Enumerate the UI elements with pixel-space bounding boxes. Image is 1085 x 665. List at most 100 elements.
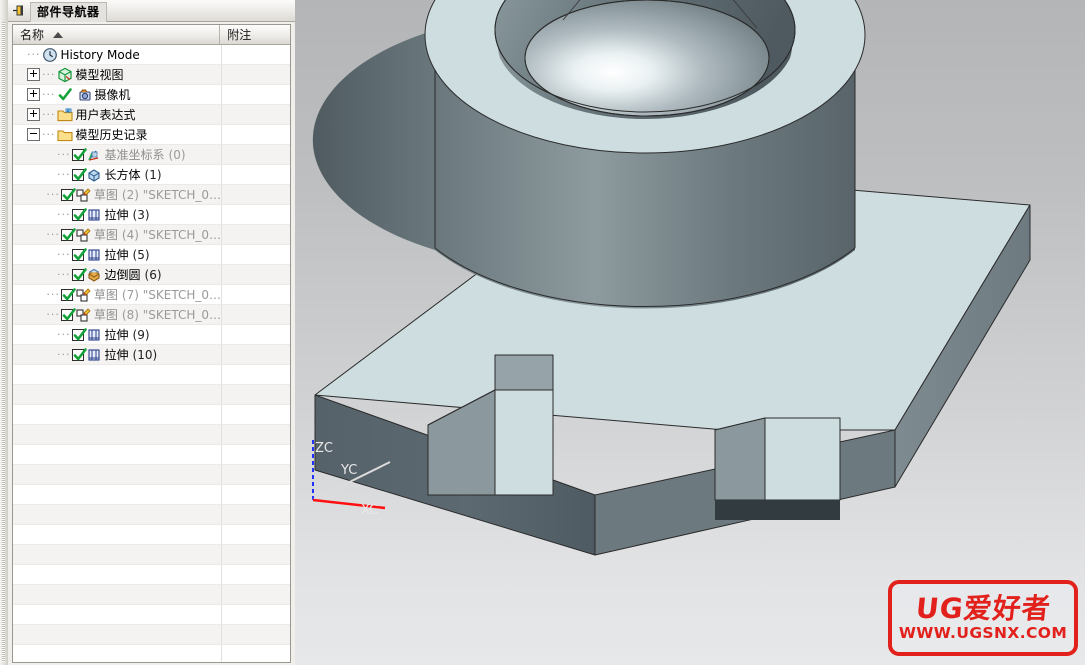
tree-row-name-cell: ··· 草图 (8) "SKETCH_0… [13, 305, 221, 324]
column-separator [221, 165, 222, 184]
collapse-icon[interactable] [27, 128, 40, 141]
tree-empty-row[interactable] [13, 625, 290, 645]
tree-connector: ··· [46, 227, 60, 241]
tree-row-name-cell: ··· 拉伸 (5) [13, 245, 221, 264]
tree-empty-row[interactable] [13, 445, 290, 465]
expand-icon[interactable] [27, 68, 40, 81]
column-separator [221, 325, 222, 344]
tree-empty-row[interactable] [13, 565, 290, 585]
feature-checkbox[interactable] [71, 167, 87, 181]
tree-empty-row[interactable] [13, 545, 290, 565]
tree-row[interactable]: ··· 边倒圆 (6) [13, 265, 290, 285]
tree-connector: ··· [57, 267, 71, 281]
tree-empty-row[interactable] [13, 585, 290, 605]
column-separator [221, 185, 222, 204]
block-icon [86, 167, 102, 183]
tree-empty-row[interactable] [13, 645, 290, 662]
tree-empty-row[interactable] [13, 385, 290, 405]
column-separator [221, 645, 222, 662]
tree-empty-row[interactable] [13, 485, 290, 505]
tree-row[interactable]: ··· 草图 (8) "SKETCH_0… [13, 305, 290, 325]
column-separator [221, 345, 222, 364]
watermark-logo: UG爱好者 WWW.UGSNX.COM [888, 580, 1078, 656]
tree-row[interactable]: ··· 拉伸 (3) [13, 205, 290, 225]
sketch-icon [75, 287, 91, 303]
column-header-name[interactable]: 名称 [13, 25, 221, 44]
tree-empty-row[interactable] [13, 405, 290, 425]
column-separator [221, 405, 222, 424]
feature-checkbox[interactable] [60, 287, 76, 301]
feature-checkbox[interactable] [71, 267, 87, 281]
column-separator [221, 305, 222, 324]
model-3d-render: ZC YC XC [312, 0, 1031, 556]
feature-checkbox[interactable] [71, 327, 87, 341]
tree-row[interactable]: ··· 拉伸 (9) [13, 325, 290, 345]
column-header-note[interactable]: 附注 [220, 25, 290, 44]
tree-row-label: 用户表达式 [75, 107, 136, 122]
edge-blend-icon [86, 267, 102, 283]
tree-connector: ··· [57, 347, 71, 361]
tree-row[interactable]: ··· 草图 (4) "SKETCH_0… [13, 225, 290, 245]
tree-connector: ··· [27, 47, 41, 61]
pin-icon[interactable] [8, 0, 30, 21]
tree-row[interactable]: ··· History Mode [13, 45, 290, 65]
tree-row-label: History Mode [60, 47, 140, 62]
column-separator [221, 65, 222, 84]
tree-empty-row[interactable] [13, 505, 290, 525]
tree-empty-row[interactable] [13, 525, 290, 545]
tree-row-suffix: (5) [132, 247, 150, 262]
tree-empty-row[interactable] [13, 465, 290, 485]
feature-checkbox[interactable] [71, 247, 87, 261]
feature-checkbox[interactable] [60, 227, 76, 241]
panel-title: 部件导航器 [30, 1, 107, 22]
panel-title-bar: 部件导航器 [8, 0, 295, 22]
tree-empty-row[interactable] [13, 605, 290, 625]
feature-checkbox[interactable] [71, 147, 87, 161]
tree-row-suffix: (7) "SKETCH_0… [121, 287, 221, 302]
tree-row[interactable]: ··· 长方体 (1) [13, 165, 290, 185]
tree-row-label: 边倒圆 [104, 267, 141, 282]
tree-row[interactable]: ··· 拉伸 (5) [13, 245, 290, 265]
column-separator [221, 85, 222, 104]
column-separator [221, 125, 222, 144]
tree-row-suffix: (0) [168, 147, 186, 162]
tree-row[interactable]: ··· 草图 (2) "SKETCH_0… [13, 185, 290, 205]
graphics-viewport[interactable]: ZC YC XC UG爱好者 WWW.UGSNX.COM [295, 0, 1085, 665]
tree-row[interactable]: ··· 拉伸 (10) [13, 345, 290, 365]
extrude-icon [86, 347, 102, 363]
part-navigator-tree[interactable]: 名称 附注 ··· History Mode ··· 模型视图 ··· 摄像机 ··· 用户表… [12, 24, 291, 663]
tree-row[interactable]: ··· 模型视图 [13, 65, 290, 85]
ug-nx-window: 部件导航器 名称 附注 ··· History Mode ··· 模型视图 ··· 摄像机… [0, 0, 1085, 665]
column-separator [221, 225, 222, 244]
check-icon[interactable] [57, 87, 73, 103]
expand-icon[interactable] [27, 88, 40, 101]
tree-row[interactable]: ··· 用户表达式 [13, 105, 290, 125]
expand-icon[interactable] [27, 108, 40, 121]
tree-row-suffix: (2) "SKETCH_0… [121, 187, 221, 202]
feature-checkbox[interactable] [71, 207, 87, 221]
tree-row-label: 草图 [93, 307, 118, 322]
tree-row[interactable]: ··· 摄像机 [13, 85, 290, 105]
tree-row-name-cell: ··· 长方体 (1) [13, 165, 221, 184]
tree-row[interactable]: ··· 草图 (7) "SKETCH_0… [13, 285, 290, 305]
column-separator [221, 605, 222, 624]
tree-empty-row[interactable] [13, 365, 290, 385]
dock-grip-handle[interactable] [2, 22, 5, 662]
feature-checkbox[interactable] [60, 307, 76, 321]
tree-row[interactable]: ··· 基准坐标系 (0) [13, 145, 290, 165]
feature-checkbox[interactable] [71, 347, 87, 361]
tree-rows-container[interactable]: ··· History Mode ··· 模型视图 ··· 摄像机 ··· 用户表达式 ··· 模… [13, 45, 290, 662]
tree-row-label: 模型历史记录 [75, 127, 148, 142]
tree-row-name-cell: ··· 模型历史记录 [13, 125, 221, 144]
tree-empty-row[interactable] [13, 425, 290, 445]
tree-connector: ··· [42, 87, 56, 101]
feature-checkbox[interactable] [60, 187, 76, 201]
tree-row[interactable]: ··· 模型历史记录 [13, 125, 290, 145]
column-separator [221, 545, 222, 564]
